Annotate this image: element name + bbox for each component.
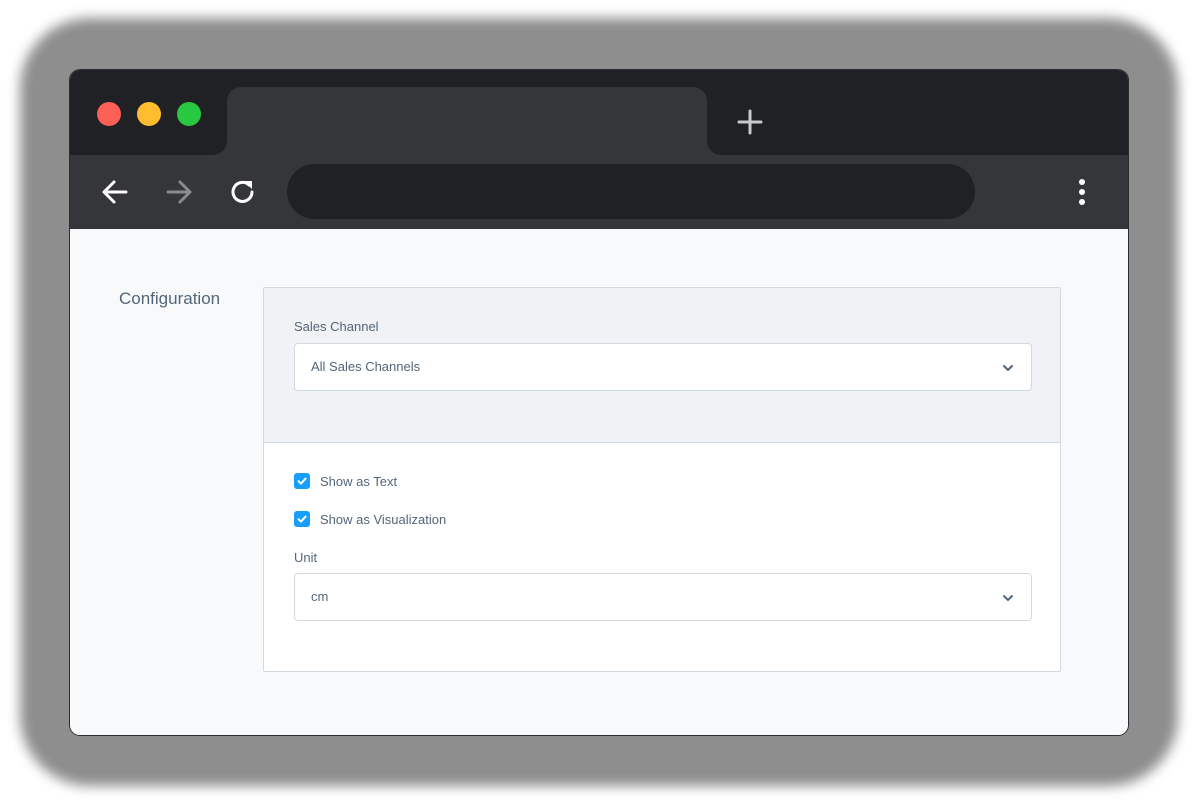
- config-card: Sales Channel All Sales Channels Show as…: [263, 287, 1061, 672]
- reload-icon: [231, 180, 254, 203]
- back-button[interactable]: [98, 175, 132, 209]
- chevron-down-icon: [1003, 365, 1013, 371]
- show-as-visualization-option[interactable]: Show as Visualization: [294, 511, 446, 527]
- checkmark-icon: [297, 477, 307, 485]
- page-content: Configuration Sales Channel All Sales Ch…: [70, 229, 1128, 735]
- section-title: Configuration: [119, 289, 221, 308]
- forward-arrow-icon: [166, 180, 192, 204]
- back-arrow-icon: [102, 180, 128, 204]
- sales-channel-label: Sales Channel: [294, 319, 379, 334]
- show-as-text-label: Show as Text: [320, 473, 398, 489]
- browser-toolbar: [70, 155, 1128, 229]
- show-as-text-option[interactable]: Show as Text: [294, 473, 397, 489]
- new-tab-button[interactable]: [734, 106, 766, 138]
- browser-window: Configuration Sales Channel All Sales Ch…: [70, 70, 1128, 735]
- minimize-button[interactable]: [137, 102, 161, 126]
- browser-menu-button[interactable]: [1068, 175, 1096, 209]
- title-bar: [70, 70, 1128, 155]
- plus-icon: [737, 109, 763, 135]
- sales-channel-section: Sales Channel All Sales Channels: [264, 288, 1060, 443]
- unit-value: cm: [311, 589, 329, 604]
- sales-channel-value: All Sales Channels: [311, 359, 421, 374]
- more-vertical-icon: [1079, 179, 1085, 205]
- browser-tab[interactable]: [227, 87, 707, 155]
- show-as-visualization-checkbox[interactable]: [294, 511, 310, 527]
- close-button[interactable]: [97, 102, 121, 126]
- reload-button[interactable]: [226, 175, 260, 209]
- show-as-text-checkbox[interactable]: [294, 473, 310, 489]
- sales-channel-select[interactable]: All Sales Channels: [294, 343, 1032, 391]
- unit-select[interactable]: cm: [294, 573, 1032, 621]
- chevron-down-icon: [1003, 595, 1013, 601]
- unit-label: Unit: [294, 550, 318, 565]
- show-as-visualization-label: Show as Visualization: [320, 511, 447, 527]
- forward-button[interactable]: [162, 175, 196, 209]
- maximize-button[interactable]: [177, 102, 201, 126]
- checkmark-icon: [297, 515, 307, 523]
- address-bar[interactable]: [287, 164, 975, 219]
